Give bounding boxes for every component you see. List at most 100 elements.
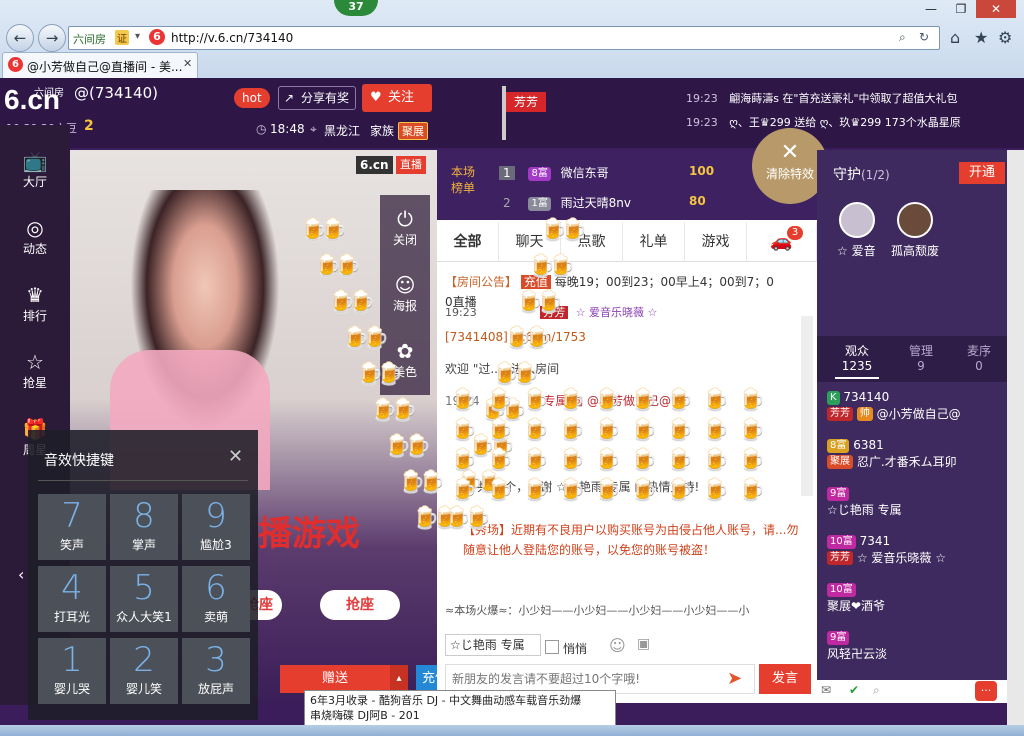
user-level: 10富: [827, 534, 856, 549]
settings-gear-icon[interactable]: ⚙: [998, 28, 1012, 47]
grab-seat-button[interactable]: 抢座: [320, 590, 400, 620]
tab-close-icon[interactable]: ✕: [183, 57, 192, 70]
open-guard-button[interactable]: 开通: [959, 162, 1005, 184]
rank-row[interactable]: 2 1富 雨过天晴8nv 80: [499, 194, 739, 214]
audience-tabs: 观众 1235 管理 9 麦序 0: [817, 336, 1007, 382]
poster-button[interactable]: ☺ 海报: [380, 261, 430, 327]
tab-admins[interactable]: 管理 9: [899, 342, 943, 373]
guard-name[interactable]: 孤高颓废: [891, 242, 939, 259]
chat-user[interactable]: ☆ 爱音乐晓薇 ☆: [576, 306, 658, 319]
key-label: 婴儿哭: [53, 682, 90, 696]
user-id: 6381: [853, 438, 884, 452]
key-label: 掌声: [131, 538, 156, 552]
hot-badge[interactable]: hot: [234, 88, 270, 108]
follow-label: 关注: [388, 90, 415, 105]
whisper-checkbox[interactable]: [545, 640, 559, 654]
key-9[interactable]: 9 尴尬3: [182, 494, 250, 560]
rank-title-2: 榜单: [451, 181, 476, 195]
guard-name[interactable]: ☆ 爱音: [837, 242, 876, 259]
key-5[interactable]: 5 众人大笑1: [110, 566, 178, 632]
user-level: 8富: [827, 438, 850, 453]
image-icon[interactable]: ▣: [637, 636, 650, 652]
user-name: 风轻卍云淡: [827, 646, 888, 661]
close-video-button[interactable]: ⏻ 关闭: [380, 195, 430, 261]
key-8[interactable]: 8 掌声: [110, 494, 178, 560]
chat-bubble-icon[interactable]: ···: [975, 681, 997, 701]
key-number: 4: [61, 568, 83, 608]
rank-row[interactable]: 1 8富 微信东哥 100: [499, 164, 739, 184]
url-text[interactable]: http://v.6.cn/734140: [171, 31, 293, 45]
share-button[interactable]: ↗ 分享有奖: [278, 86, 356, 110]
search-icon[interactable]: ⌕: [873, 683, 880, 698]
tab-all[interactable]: 全部: [437, 222, 499, 262]
back-icon[interactable]: ←: [6, 24, 34, 52]
chat-user-tag[interactable]: 芳芳: [540, 306, 569, 319]
tab-audience[interactable]: 观众 1235: [835, 342, 879, 379]
key-6[interactable]: 6 卖萌: [182, 566, 250, 632]
family-label: 家族: [370, 124, 395, 138]
send-button[interactable]: 发言: [759, 664, 811, 694]
key-3[interactable]: 3 放屁声: [182, 638, 250, 704]
minimize-button[interactable]: —: [916, 0, 946, 18]
key-2[interactable]: 2 婴儿笑: [110, 638, 178, 704]
notice-badge[interactable]: 充值: [520, 275, 551, 289]
side-label: 美色: [392, 365, 417, 379]
nav-item-hall[interactable]: 📺 大厅: [0, 135, 70, 201]
collapse-arrow-icon[interactable]: ‹: [18, 565, 24, 584]
rank-title-1: 本场: [451, 165, 476, 179]
restore-button[interactable]: ❐: [946, 0, 976, 18]
key-4[interactable]: 4 打耳光: [38, 566, 106, 632]
forward-icon[interactable]: →: [38, 24, 66, 52]
check-icon[interactable]: ✔: [849, 683, 859, 697]
mail-icon[interactable]: ✉: [821, 683, 831, 697]
tab-chat[interactable]: 聊天: [499, 222, 561, 262]
home-icon[interactable]: ⌂: [950, 28, 960, 47]
browser-tab[interactable]: 6 @小芳做自己@直播间 - 美... ✕: [2, 52, 198, 78]
guard-avatar[interactable]: [839, 202, 875, 238]
emoji-icon[interactable]: ☺: [609, 636, 626, 655]
dropdown-icon[interactable]: ▾: [135, 31, 140, 42]
nav-item-star[interactable]: ☆ 抢星: [0, 336, 70, 402]
audience-user[interactable]: K 734140 芳芳 帅 @小芳做自己@: [827, 390, 1007, 422]
favorites-star-icon[interactable]: ★: [974, 28, 988, 47]
tab-count: 9: [917, 359, 925, 373]
notification-badge[interactable]: 37: [334, 0, 378, 16]
tab-songs[interactable]: 点歌: [561, 222, 623, 262]
audience-user[interactable]: 9富 ☆じ艳雨 专属: [827, 486, 1007, 518]
key-1[interactable]: 1 婴儿哭: [38, 638, 106, 704]
family-badge[interactable]: 聚展: [398, 122, 428, 140]
key-number: 5: [133, 568, 155, 608]
follow-button[interactable]: ♥ 关注: [362, 84, 432, 112]
nav-item-feed[interactable]: ◎ 动态: [0, 202, 70, 268]
search-icon[interactable]: ⌕: [899, 30, 906, 45]
site-label: 六间房: [73, 33, 106, 46]
divider: [38, 480, 248, 481]
send-plane-icon[interactable]: ➤: [727, 668, 742, 689]
audience-user[interactable]: 10富 聚展❤酒爷: [827, 582, 1007, 614]
close-icon[interactable]: ✕: [228, 446, 243, 467]
gift-send-button[interactable]: 赠送: [280, 665, 390, 693]
chat-line-1: 19:23 芳芳 ☆ 爱音乐晓薇 ☆: [445, 304, 805, 320]
nav-item-rank[interactable]: ♛ 排行: [0, 269, 70, 335]
chat-scrollbar[interactable]: [801, 316, 813, 496]
audience-user[interactable]: 10富 7341 芳芳 ☆ 爱音乐晓薇 ☆: [827, 534, 1007, 566]
video-watermark: 6.cn: [356, 156, 393, 174]
beauty-button[interactable]: ✿ 美色: [380, 327, 430, 393]
refresh-icon[interactable]: ↻: [919, 30, 929, 44]
tab-mic-queue[interactable]: 麦序 0: [957, 342, 1001, 373]
user-badge: K: [827, 390, 840, 405]
tv-icon: 📺: [22, 149, 48, 173]
close-window-button[interactable]: ✕: [976, 0, 1016, 18]
tab-gifts[interactable]: 礼单: [623, 222, 685, 262]
audience-user[interactable]: 8富 6381 聚展 忍广.才番禾ム耳卯: [827, 438, 1007, 470]
address-bar[interactable]: 六间房 证 ▾ 6 http://v.6.cn/734140 ⌕ ↻: [68, 26, 940, 50]
tab-games[interactable]: 游戏: [685, 222, 747, 262]
car-icon[interactable]: 🚗: [747, 222, 817, 262]
page-scrollbar[interactable]: [1007, 150, 1024, 725]
chat-target-select[interactable]: ☆じ艳雨 专属: [445, 634, 541, 656]
audience-user[interactable]: 9富 风轻卍云淡: [827, 630, 1007, 662]
guard-avatar[interactable]: [897, 202, 933, 238]
gift-dropdown-icon[interactable]: ▴: [390, 665, 408, 693]
user-id: 734140: [843, 390, 890, 404]
key-7[interactable]: 7 笑声: [38, 494, 106, 560]
